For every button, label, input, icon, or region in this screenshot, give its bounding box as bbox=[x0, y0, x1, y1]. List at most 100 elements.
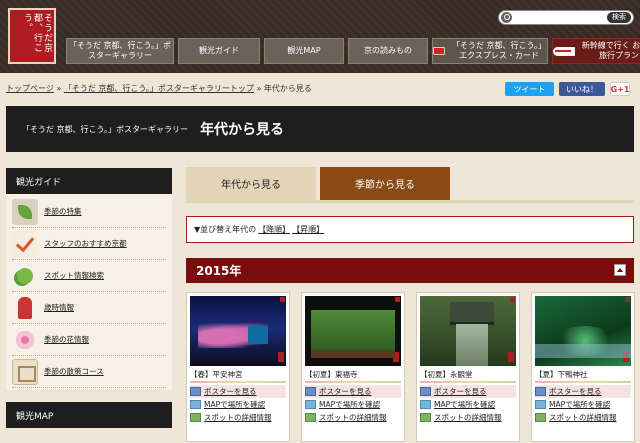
sidebar-item-annual-events[interactable]: 歳時情報 bbox=[12, 292, 166, 324]
nav-express-card-label: 「そうだ 京都、行こう。」エクスプレス・カード bbox=[451, 41, 547, 60]
poster-icon bbox=[190, 387, 201, 396]
link-label: MAPで場所を確認 bbox=[434, 400, 496, 409]
sort-asc-link[interactable]: 【昇順】 bbox=[292, 224, 324, 235]
card-icon bbox=[433, 47, 445, 55]
breadcrumb-top[interactable]: トップページ bbox=[6, 84, 54, 93]
view-poster-link[interactable]: ポスターを見る bbox=[535, 385, 631, 398]
tab-underline bbox=[186, 200, 634, 203]
tab-by-season[interactable]: 季節から見る bbox=[320, 167, 450, 200]
site-header: そうだ京都、行こう。 検索 「そうだ 京都、行こう。」ポスターギャラリー 観光ガ… bbox=[0, 0, 640, 73]
google-plus-button[interactable]: G+1 bbox=[610, 82, 630, 96]
view-poster-link[interactable]: ポスターを見る bbox=[420, 385, 516, 398]
view-tabs: 年代から見る 季節から見る bbox=[186, 167, 450, 200]
spot-detail-link[interactable]: スポットの詳細情報 bbox=[190, 411, 286, 424]
tab-by-year[interactable]: 年代から見る bbox=[186, 167, 316, 200]
poster-card: 【春】平安神宮 ポスターを見る MAPで場所を確認 スポットの詳細情報 bbox=[186, 292, 290, 442]
shinkansen-icon bbox=[553, 46, 575, 56]
spot-detail-link[interactable]: スポットの詳細情報 bbox=[420, 411, 516, 424]
collapse-up-icon[interactable] bbox=[614, 264, 626, 276]
sort-label: ▼並び替え年代の bbox=[194, 225, 257, 234]
link-label: MAPで場所を確認 bbox=[204, 400, 266, 409]
sort-desc-link[interactable]: 【降順】 bbox=[258, 224, 290, 235]
search-box[interactable]: 検索 bbox=[498, 10, 634, 25]
page-title-bar: 「そうだ 京都、行こう。」ポスターギャラリー 年代から見る bbox=[6, 106, 634, 152]
nav-travel-plan[interactable]: 新幹線で行く お得な旅行プラン bbox=[552, 38, 640, 64]
link-label: MAPで場所を確認 bbox=[319, 400, 381, 409]
page-subtitle: 「そうだ 京都、行こう。」ポスターギャラリー bbox=[22, 124, 189, 134]
divider bbox=[420, 381, 516, 383]
site-logo[interactable]: そうだ京都、行こう。 bbox=[8, 8, 56, 64]
poster-thumbnail[interactable] bbox=[305, 296, 401, 366]
tweet-button[interactable]: ツイート bbox=[505, 82, 554, 96]
sort-box: ▼並び替え年代の 【降順】 【昇順】 bbox=[186, 216, 634, 243]
facebook-like-button[interactable]: いいね！ bbox=[559, 82, 605, 96]
map-link[interactable]: MAPで場所を確認 bbox=[305, 398, 401, 411]
logo-mark-icon bbox=[395, 297, 400, 302]
poster-cards: 【春】平安神宮 ポスターを見る MAPで場所を確認 スポットの詳細情報 【初夏】… bbox=[186, 292, 635, 442]
sidebar: 観光ガイド 季節の特集 スタッフのおすすめ京都 スポット情報検索 歳時情報 季節… bbox=[6, 168, 172, 428]
stamp-icon bbox=[508, 352, 514, 362]
sidebar-item-walking-course[interactable]: 季節の散策コース bbox=[12, 356, 166, 388]
sidebar-item-label: スポット情報検索 bbox=[44, 271, 104, 280]
divider bbox=[305, 381, 401, 383]
sidebar-item-label: スタッフのおすすめ京都 bbox=[44, 239, 127, 248]
nav-reading[interactable]: 京の読みもの bbox=[348, 38, 428, 64]
spot-detail-link[interactable]: スポットの詳細情報 bbox=[535, 411, 631, 424]
poster-caption: 【夏】下鴨神社 bbox=[535, 370, 588, 379]
nav-express-card[interactable]: 「そうだ 京都、行こう。」エクスプレス・カード bbox=[432, 38, 548, 64]
stamp-icon bbox=[278, 352, 284, 362]
nav-travel-plan-label: 新幹線で行く お得な旅行プラン bbox=[581, 41, 640, 60]
poster-card: 【初夏】東福寺 ポスターを見る MAPで場所を確認 スポットの詳細情報 bbox=[301, 292, 405, 442]
poster-icon bbox=[535, 387, 546, 396]
leaf-icon bbox=[12, 198, 38, 225]
stamp-icon bbox=[393, 352, 399, 362]
course-icon bbox=[12, 358, 38, 385]
map-icon bbox=[305, 400, 316, 409]
sidebar-item-label: 季節の特集 bbox=[44, 207, 82, 216]
map-link[interactable]: MAPで場所を確認 bbox=[190, 398, 286, 411]
breadcrumb-sep: » bbox=[256, 84, 262, 93]
view-poster-link[interactable]: ポスターを見る bbox=[305, 385, 401, 398]
link-label: ポスターを見る bbox=[319, 387, 372, 396]
sidebar-item-label: 季節の花情報 bbox=[44, 335, 89, 344]
map-icon bbox=[190, 400, 201, 409]
year-label: 2015年 bbox=[196, 264, 242, 278]
poster-caption: 【春】平安神宮 bbox=[190, 370, 243, 379]
sidebar-item-flowers[interactable]: 季節の花情報 bbox=[12, 324, 166, 356]
link-label: MAPで場所を確認 bbox=[549, 400, 611, 409]
view-poster-link[interactable]: ポスターを見る bbox=[190, 385, 286, 398]
logo-mark-icon bbox=[510, 297, 515, 302]
sidebar-guide-list: 季節の特集 スタッフのおすすめ京都 スポット情報検索 歳時情報 季節の花情報 季… bbox=[6, 194, 172, 390]
poster-thumbnail[interactable] bbox=[535, 296, 631, 366]
divider bbox=[535, 381, 631, 383]
link-label: スポットの詳細情報 bbox=[319, 413, 387, 422]
poster-thumbnail[interactable] bbox=[420, 296, 516, 366]
nav-map[interactable]: 観光MAP bbox=[264, 38, 344, 64]
map-icon bbox=[420, 400, 431, 409]
search-button[interactable]: 検索 bbox=[607, 12, 631, 23]
poster-thumbnail[interactable] bbox=[190, 296, 286, 366]
sidebar-map-heading: 観光MAP bbox=[6, 402, 172, 428]
sidebar-item-seasonal-feature[interactable]: 季節の特集 bbox=[12, 196, 166, 228]
social-buttons: ツイート いいね！ G+1 bbox=[505, 82, 630, 96]
divider bbox=[190, 381, 286, 383]
link-label: スポットの詳細情報 bbox=[434, 413, 502, 422]
sidebar-item-spot-search[interactable]: スポット情報検索 bbox=[12, 260, 166, 292]
logo-mark-icon bbox=[280, 297, 285, 302]
sidebar-item-staff-picks[interactable]: スタッフのおすすめ京都 bbox=[12, 228, 166, 260]
sidebar-item-label: 歳時情報 bbox=[44, 303, 74, 312]
map-link[interactable]: MAPで場所を確認 bbox=[535, 398, 631, 411]
link-label: スポットの詳細情報 bbox=[549, 413, 617, 422]
flower-icon bbox=[12, 327, 38, 353]
nav-poster-gallery[interactable]: 「そうだ 京都、行こう。」ポスターギャラリー bbox=[66, 38, 174, 64]
poster-card: 【初夏】永観堂 ポスターを見る MAPで場所を確認 スポットの詳細情報 bbox=[416, 292, 520, 442]
link-label: ポスターを見る bbox=[434, 387, 487, 396]
check-icon bbox=[12, 230, 38, 257]
map-link[interactable]: MAPで場所を確認 bbox=[420, 398, 516, 411]
poster-icon bbox=[305, 387, 316, 396]
detail-icon bbox=[305, 413, 316, 422]
nav-guide[interactable]: 観光ガイド bbox=[178, 38, 260, 64]
spot-detail-link[interactable]: スポットの詳細情報 bbox=[305, 411, 401, 424]
poster-caption: 【初夏】永観堂 bbox=[420, 370, 473, 379]
breadcrumb-gallery[interactable]: 「そうだ 京都、行こう。」ポスターギャラリートップ bbox=[64, 84, 254, 93]
